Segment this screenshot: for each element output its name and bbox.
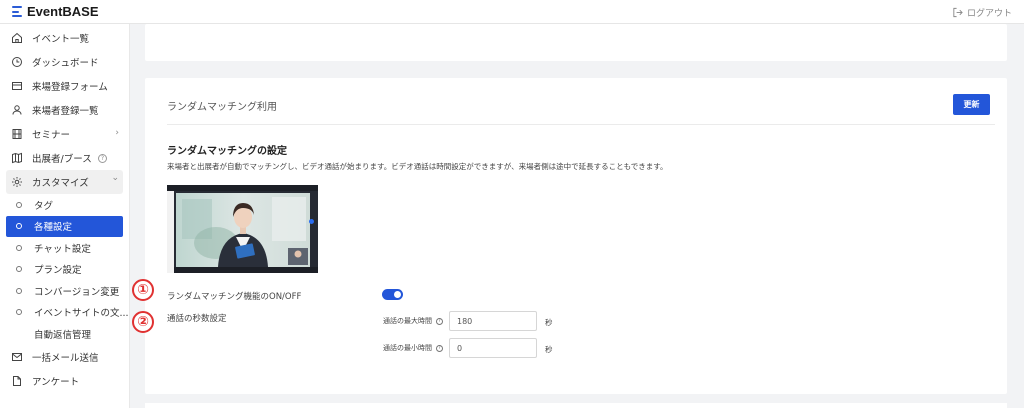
sidebar-item-events[interactable]: イベント一覧 (0, 26, 129, 50)
help-icon[interactable]: ? (98, 154, 107, 163)
top-bar: EventBASE ログアウト (0, 0, 1024, 24)
film-icon (11, 128, 23, 140)
sidebar: イベント一覧 ダッシュボード 来場登録フォーム 来場者登録一覧 セミナー › 出… (0, 24, 130, 408)
map-icon (11, 152, 23, 164)
sidebar-subitem-label: プラン設定 (34, 265, 82, 277)
bullet-icon (16, 266, 22, 273)
sidebar-subitem-label: イベントサイトの文... (34, 308, 129, 320)
sidebar-item-label: カスタマイズ (32, 178, 89, 189)
user-icon (11, 104, 23, 116)
home-icon (11, 32, 23, 44)
sidebar-subitem-label: タグ (34, 200, 54, 212)
help-icon[interactable]: ? (436, 344, 443, 352)
video-person-image (176, 193, 310, 267)
sidebar-item-registration-form[interactable]: 来場登録フォーム (0, 74, 129, 98)
card-title: ランダムマッチング利用 (167, 102, 277, 113)
sidebar-item-visitor-list[interactable]: 来場者登録一覧 (0, 98, 129, 122)
logo-text: EventBASE (27, 4, 99, 19)
sidebar-subitem-site-text[interactable]: イベントサイトの文... (0, 302, 129, 324)
max-duration-unit: 秒 (545, 318, 553, 327)
section-description: 来場者と出展者が自動でマッチングし、ビデオ通話が始まります。ビデオ通話は時間設定… (167, 162, 668, 171)
sidebar-subitem-settings[interactable]: 各種設定 (6, 215, 123, 237)
sidebar-item-label: 来場者登録一覧 (32, 106, 99, 117)
sidebar-item-label: セミナー (32, 130, 71, 141)
duration-label: 通話の秒数設定 (167, 314, 227, 324)
clock-icon (11, 56, 23, 68)
sidebar-item-exhibitors[interactable]: 出展者/ブース ? (0, 146, 129, 170)
sidebar-subitem-auto-reply[interactable]: 自動返信管理 (0, 323, 129, 345)
sidebar-item-label: 来場登録フォーム (32, 82, 108, 93)
section-title: ランダムマッチングの設定 (167, 146, 287, 157)
mail-icon (11, 351, 23, 363)
bullet-icon (16, 309, 22, 316)
logout-button[interactable]: ログアウト (952, 6, 1012, 19)
sidebar-subitem-plan-settings[interactable]: プラン設定 (0, 259, 129, 281)
sidebar-item-bulk-mail[interactable]: 一括メール送信 (0, 345, 129, 369)
video-call-preview-image (167, 185, 318, 273)
previous-card (145, 24, 1007, 61)
update-button[interactable]: 更新 (953, 94, 990, 115)
sidebar-subitem-label: 自動返信管理 (34, 329, 92, 341)
sidebar-item-label: イベント一覧 (32, 34, 90, 45)
logout-icon (953, 7, 963, 18)
sidebar-item-survey[interactable]: アンケート (0, 369, 129, 393)
sidebar-subitem-tags[interactable]: タグ (0, 194, 129, 216)
logout-label: ログアウト (966, 9, 1012, 19)
sidebar-subitem-label: 各種設定 (34, 222, 73, 234)
sidebar-item-label: 出展者/ブース (32, 154, 92, 165)
document-icon (11, 375, 23, 387)
min-duration-label: 通話の最小時間 ? (383, 343, 443, 353)
max-duration-label: 通話の最大時間 ? (383, 316, 443, 326)
sidebar-item-customize[interactable]: カスタマイズ ⌄ (6, 170, 123, 194)
eventbase-logo-icon (12, 6, 22, 17)
bullet-icon (16, 223, 22, 230)
divider (167, 124, 995, 125)
chevron-down-icon: ⌄ (111, 173, 119, 183)
min-duration-input[interactable]: 0 (449, 338, 537, 358)
chevron-right-icon: › (115, 128, 119, 138)
sidebar-subitem-chat-settings[interactable]: チャット設定 (0, 237, 129, 259)
sidebar-item-label: 一括メール送信 (32, 352, 99, 364)
sidebar-item-dashboard[interactable]: ダッシュボード (0, 50, 129, 74)
sidebar-item-label: アンケート (32, 376, 80, 388)
sidebar-item-seminar[interactable]: セミナー › (0, 122, 129, 146)
annotation-badge-1: ① (132, 279, 154, 301)
bullet-icon (16, 287, 22, 294)
help-icon[interactable]: ? (436, 317, 443, 325)
toggle-knob (394, 291, 401, 298)
sidebar-subitem-label: コンバージョン変更 (34, 286, 120, 298)
sidebar-subitem-conversion[interactable]: コンバージョン変更 (0, 280, 129, 302)
gear-icon (11, 176, 23, 188)
min-duration-unit: 秒 (545, 345, 553, 354)
toggle-label: ランダムマッチング機能のON/OFF (167, 292, 302, 302)
bullet-icon (16, 244, 22, 251)
sidebar-subitem-label: チャット設定 (34, 243, 91, 255)
form-icon (11, 80, 23, 92)
next-card (145, 403, 1007, 408)
logo[interactable]: EventBASE (12, 4, 99, 19)
random-matching-card: ランダムマッチング利用 更新 ランダムマッチングの設定 来場者と出展者が自動でマ… (145, 78, 1007, 394)
annotation-badge-2: ② (132, 311, 154, 333)
bullet-icon (16, 201, 22, 208)
random-matching-toggle[interactable] (382, 289, 403, 300)
sidebar-item-label: ダッシュボード (32, 58, 99, 69)
max-duration-input[interactable]: 180 (449, 311, 537, 331)
